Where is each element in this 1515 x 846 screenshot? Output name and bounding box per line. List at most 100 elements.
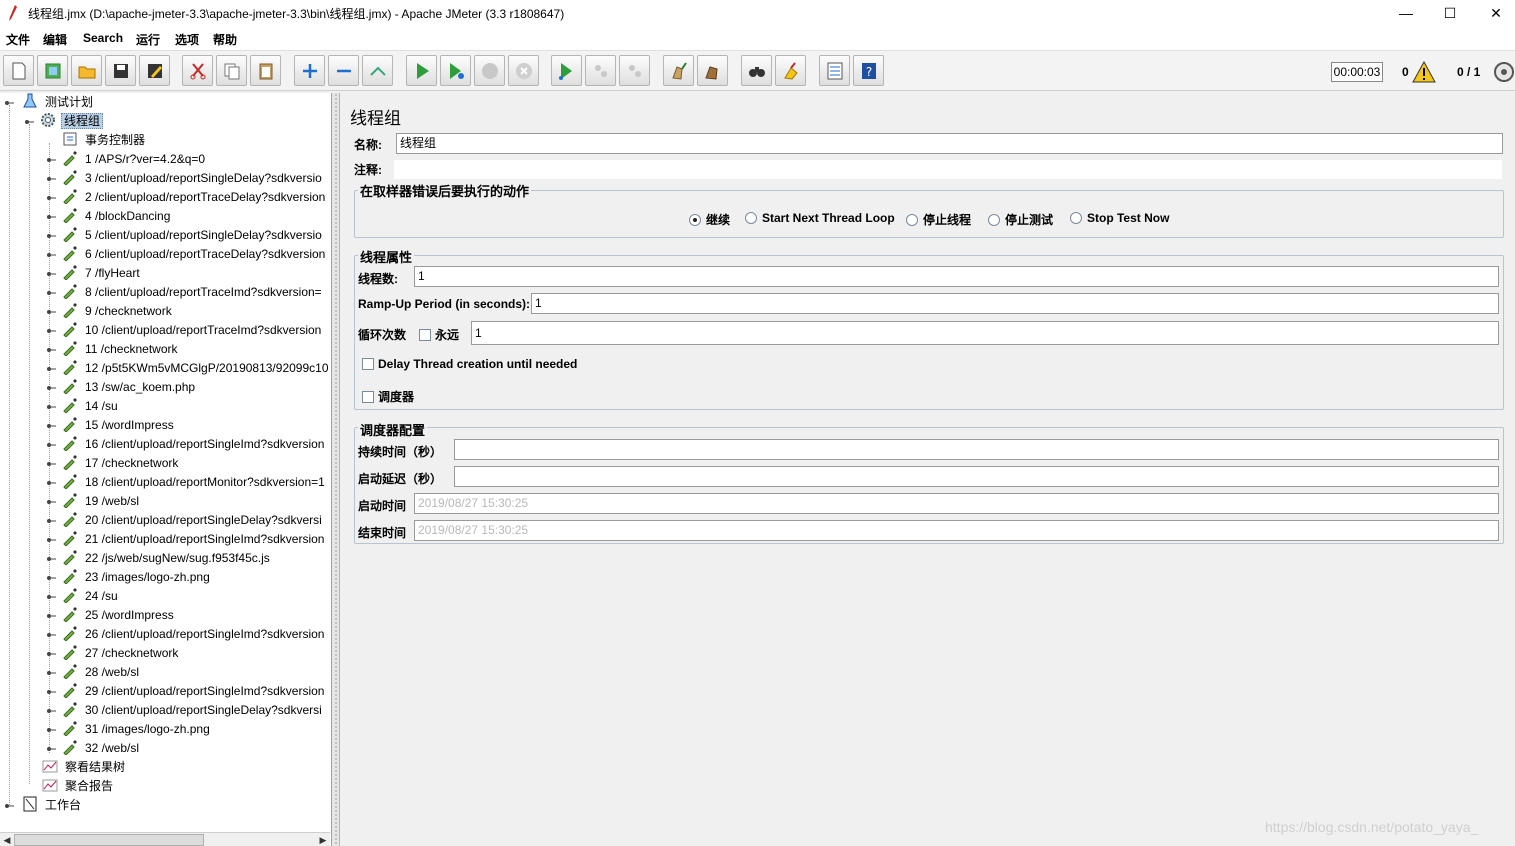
threads-input[interactable]: 1 (414, 266, 1499, 287)
remote-start-button[interactable] (551, 55, 582, 86)
tree-node-http-sampler[interactable]: 14 /su (42, 397, 120, 416)
minimize-button[interactable]: — (1383, 0, 1429, 27)
tree-handle-icon[interactable] (46, 573, 56, 583)
radio-stop-test[interactable]: 停止测试 (988, 211, 1053, 228)
tree-node-http-sampler[interactable]: 1 /APS/r?ver=4.2&q=0 (42, 150, 207, 169)
tree-handle-icon[interactable] (46, 687, 56, 697)
tree-handle-icon[interactable] (46, 402, 56, 412)
tree-node-http-sampler[interactable]: 17 /checknetwork (42, 454, 180, 473)
tree-node-view-results-tree[interactable]: 察看结果树 (42, 758, 127, 777)
tree-node-http-sampler[interactable]: 26 /client/upload/reportSingleImd?sdkver… (42, 625, 326, 644)
comment-input[interactable] (393, 159, 1503, 180)
menu-help[interactable]: 帮助 (213, 31, 237, 48)
duration-input[interactable] (454, 439, 1499, 460)
start-time-input[interactable]: 2019/08/27 15:30:25 (414, 493, 1499, 514)
menu-search[interactable]: Search (83, 31, 123, 45)
tree-node-http-sampler[interactable]: 29 /client/upload/reportSingleImd?sdkver… (42, 682, 326, 701)
scrollbar-thumb[interactable] (14, 834, 204, 846)
close-button[interactable]: ✕ (1473, 0, 1515, 27)
split-pane-divider[interactable] (332, 93, 340, 846)
tree-node-test-plan[interactable]: 测试计划 (2, 93, 95, 112)
expand-all-button[interactable] (294, 55, 325, 86)
tree-handle-icon[interactable] (46, 592, 56, 602)
cut-button[interactable] (182, 55, 213, 86)
tree-node-http-sampler[interactable]: 24 /su (42, 587, 120, 606)
tree-handle-icon[interactable] (46, 516, 56, 526)
tree-node-http-sampler[interactable]: 6 /client/upload/reportTraceDelay?sdkver… (42, 245, 327, 264)
tree-node-http-sampler[interactable]: 27 /checknetwork (42, 644, 180, 663)
radio-stop-test-now[interactable]: Stop Test Now (1070, 211, 1169, 225)
search-button[interactable] (741, 55, 772, 86)
tree-handle-icon[interactable] (46, 326, 56, 336)
tree-expanded-handle-icon[interactable] (4, 98, 14, 108)
clear-button[interactable] (663, 55, 694, 86)
tree-node-http-sampler[interactable]: 7 /flyHeart (42, 264, 142, 283)
tree-handle-icon[interactable] (46, 725, 56, 735)
tree-handle-icon[interactable] (46, 535, 56, 545)
tree-node-http-sampler[interactable]: 21 /client/upload/reportSingleImd?sdkver… (42, 530, 326, 549)
name-input[interactable]: 线程组 (396, 133, 1503, 154)
paste-button[interactable] (250, 55, 281, 86)
menu-edit[interactable]: 编辑 (43, 31, 67, 48)
tree-expanded-handle-icon[interactable] (24, 117, 34, 127)
start-no-timers-button[interactable] (440, 55, 471, 86)
tree-handle-icon[interactable] (46, 440, 56, 450)
tree-node-http-sampler[interactable]: 11 /checknetwork (42, 340, 180, 359)
tree-node-http-sampler[interactable]: 9 /checknetwork (42, 302, 174, 321)
remote-exit-button[interactable] (619, 55, 650, 86)
loop-count-input[interactable]: 1 (471, 321, 1499, 345)
tree-handle-icon[interactable] (46, 649, 56, 659)
start-button[interactable] (406, 55, 437, 86)
menu-options[interactable]: 选项 (175, 31, 199, 48)
toggle-button[interactable] (362, 55, 393, 86)
collapse-all-button[interactable] (328, 55, 359, 86)
tree-node-http-sampler[interactable]: 13 /sw/ac_koem.php (42, 378, 197, 397)
tree-handle-icon[interactable] (46, 611, 56, 621)
tree-handle-icon[interactable] (46, 383, 56, 393)
tree-node-http-sampler[interactable]: 18 /client/upload/reportMonitor?sdkversi… (42, 473, 327, 492)
tree-node-http-sampler[interactable]: 12 /p5t5KWm5vMCGlgP/20190813/92099c10 (42, 359, 331, 378)
tree-handle-icon[interactable] (46, 497, 56, 507)
rampup-input[interactable]: 1 (531, 293, 1499, 314)
tree-node-http-sampler[interactable]: 19 /web/sl (42, 492, 141, 511)
save-as-button[interactable] (139, 55, 170, 86)
remote-stop-button[interactable] (585, 55, 616, 86)
menu-file[interactable]: 文件 (6, 31, 30, 48)
tree-handle-icon[interactable] (46, 668, 56, 678)
tree-node-http-sampler[interactable]: 25 /wordImpress (42, 606, 176, 625)
tree-node-http-sampler[interactable]: 20 /client/upload/reportSingleDelay?sdkv… (42, 511, 324, 530)
tree-horizontal-scrollbar[interactable]: ◀ ▶ (0, 832, 330, 846)
tree-handle-icon[interactable] (46, 364, 56, 374)
tree-handle-icon[interactable] (46, 345, 56, 355)
tree-node-http-sampler[interactable]: 10 /client/upload/reportTraceImd?sdkvers… (42, 321, 323, 340)
new-button[interactable] (3, 55, 34, 86)
tree-node-aggregate-report[interactable]: 聚合报告 (42, 777, 115, 796)
tree-handle-icon[interactable] (46, 250, 56, 260)
clear-all-button[interactable] (697, 55, 728, 86)
tree-node-http-sampler[interactable]: 28 /web/sl (42, 663, 141, 682)
shutdown-button[interactable] (508, 55, 539, 86)
tree-handle-icon[interactable] (46, 630, 56, 640)
tree-handle-icon[interactable] (46, 269, 56, 279)
tree-node-http-sampler[interactable]: 3 /client/upload/reportSingleDelay?sdkve… (42, 169, 324, 188)
scroll-right-arrow-icon[interactable]: ▶ (316, 833, 330, 846)
tree-handle-icon[interactable] (46, 231, 56, 241)
menu-run[interactable]: 运行 (136, 31, 160, 48)
tree-node-http-sampler[interactable]: 22 /js/web/sugNew/sug.f953f45c.js (42, 549, 272, 568)
warning-icon[interactable] (1412, 61, 1436, 83)
radio-continue[interactable]: 继续 (689, 211, 730, 228)
tree-node-http-sampler[interactable]: 8 /client/upload/reportTraceImd?sdkversi… (42, 283, 324, 302)
tree-node-thread-group[interactable]: 线程组 (22, 112, 104, 131)
tree-handle-icon[interactable] (46, 288, 56, 298)
tree-handle-icon[interactable] (46, 212, 56, 222)
tree-node-http-sampler[interactable]: 32 /web/sl (42, 739, 141, 758)
help-button[interactable]: ? (853, 55, 884, 86)
tree-node-workbench[interactable]: 工作台 (2, 796, 83, 815)
stop-button[interactable] (474, 55, 505, 86)
function-helper-button[interactable] (819, 55, 850, 86)
tree-handle-icon[interactable] (46, 155, 56, 165)
scheduler-checkbox[interactable]: 调度器 (362, 388, 414, 405)
tree-handle-icon[interactable] (46, 307, 56, 317)
end-time-input[interactable]: 2019/08/27 15:30:25 (414, 520, 1499, 541)
reset-search-button[interactable] (775, 55, 806, 86)
